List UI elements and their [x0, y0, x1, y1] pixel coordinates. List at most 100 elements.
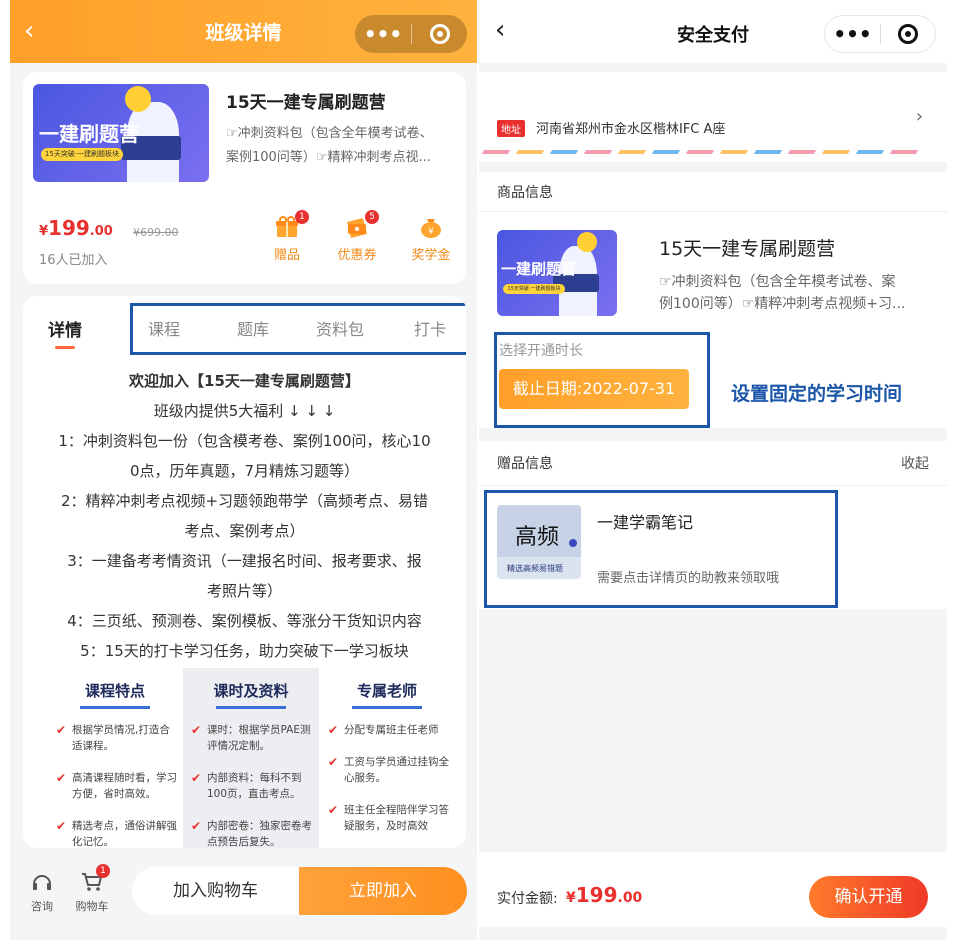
- goods-section: 商品信息 一建刷题营 15天突破·一建刷题板块 15天一建专属刷题营 ☞冲刺资料…: [479, 172, 947, 428]
- cart-badge: 1: [96, 864, 110, 878]
- check-icon: ✔: [328, 803, 339, 817]
- app-root: ‹ 班级详情 ••• 一建刷题营 15天突破·一建刷题板块 15天一建专属刷题营…: [0, 0, 959, 947]
- tab-detail[interactable]: 详情: [48, 316, 82, 341]
- feature-title: 专属老师: [356, 682, 417, 700]
- feature-item: ✔ 分配专属班主任老师: [328, 723, 439, 737]
- feature-item: ✔ 根据学员情况,打造合适课程。: [56, 723, 170, 752]
- perk-scholarship[interactable]: ¥ 奖学金: [409, 216, 453, 263]
- address-row[interactable]: 地址 河南省郑州市金水区楷林IFC A座 ›: [479, 72, 947, 162]
- pay-price: ¥199.00: [566, 883, 643, 907]
- cart-icon: 1: [72, 864, 112, 896]
- product-title: 15天一建专属刷题营: [226, 93, 386, 113]
- feature-item: ✔ 精选考点，通俗讲解强化记忆。: [56, 819, 177, 848]
- money-bag-icon: ¥: [419, 216, 443, 238]
- svg-text:¥: ¥: [428, 227, 434, 237]
- emoji-icon: [125, 86, 151, 112]
- feature-item: ✔ 工资与学员通过挂钩全心服务。: [328, 755, 449, 784]
- target-circle-icon[interactable]: [412, 24, 467, 44]
- confirm-button[interactable]: 确认开通: [809, 876, 928, 918]
- address-stripe: [479, 150, 947, 154]
- feature-item: ✔ 内部密卷：独家密卷考点预告后复失。: [191, 819, 312, 848]
- banner-subtitle: 15天突破·一建刷题板块: [41, 148, 123, 161]
- gift-image-title: 高频: [515, 525, 560, 550]
- tab-question-bank[interactable]: 题库: [237, 316, 269, 340]
- period-label: 选择开通时长: [499, 343, 583, 359]
- gift-title: 一建学霸笔记: [597, 513, 694, 532]
- banner-title: 一建刷题营: [501, 260, 577, 278]
- gift-section: 赠品信息 收起 高频 精选高频易错题 一建学霸笔记 需要点击详情页的助教来领取哦: [479, 441, 947, 609]
- consult-button[interactable]: 咨询: [22, 872, 62, 914]
- feature-underline: [216, 706, 286, 709]
- divider: [479, 485, 947, 486]
- detail-line: 欢迎加入【15天一建专属刷题营】: [129, 372, 360, 390]
- pay-label: 实付金额:: [497, 891, 558, 907]
- original-price: ¥699.00: [133, 226, 179, 239]
- chevron-right-icon: ›: [915, 106, 923, 127]
- detail-line: 0点，历年真题，7月精炼习题等）: [129, 462, 360, 480]
- tab-checkin[interactable]: 打卡: [414, 316, 446, 340]
- secure-payment-screen: ‹ 安全支付 ••• 地址 河南省郑州市金水区楷林IFC A座 › 商品信息 一…: [479, 0, 947, 940]
- product-banner-image: 一建刷题营 15天突破·一建刷题板块: [33, 84, 209, 182]
- gift-image-dot: [569, 539, 577, 547]
- feature-underline: [352, 706, 422, 709]
- feature-column-teacher: 专属老师 ✔ 分配专属班主任老师 ✔ 工资与学员通过挂钩全心服务。 ✔ 班主任全程陪伴…: [320, 668, 454, 848]
- product-desc-line1: ☞冲刺资料包（包含全年模考试卷、: [226, 126, 433, 141]
- cart-label: 购物车: [75, 900, 109, 913]
- detail-line: 2：精粹冲刺考点视频+习题领跑带学（高频考点、易错: [60, 492, 429, 510]
- mini-program-capsule: •••: [824, 15, 936, 53]
- banner-subtitle: 15天突破·一建刷题板块: [503, 284, 565, 294]
- gift-image-subtitle: 精选高频易错题: [507, 564, 563, 573]
- perk-coupon-label: 优惠券: [337, 248, 377, 263]
- address-tag: 地址: [497, 120, 525, 137]
- check-icon: ✔: [191, 819, 202, 833]
- check-icon: ✔: [56, 771, 67, 785]
- joined-count: 16人已加入: [39, 253, 108, 268]
- headset-icon: [22, 872, 62, 896]
- mini-program-capsule: •••: [355, 15, 467, 53]
- perk-gift-label: 赠品: [273, 248, 300, 263]
- check-icon: ✔: [191, 723, 202, 737]
- check-icon: ✔: [56, 819, 67, 833]
- check-icon: ✔: [56, 723, 67, 737]
- payment-bottom-bar: 实付金额: ¥199.00 确认开通: [479, 852, 947, 927]
- add-to-cart-button[interactable]: 加入购物车: [132, 867, 299, 915]
- emoji-icon: [577, 232, 597, 252]
- detail-line: 1：冲刺资料包一份（包含模考卷、案例100问，核心10: [58, 432, 431, 450]
- feature-item: ✔ 内部资料：每科不到100页，直击考点。: [191, 771, 302, 800]
- annotation-text: 设置固定的学习时间: [731, 383, 903, 405]
- detail-line: 考照片等）: [206, 582, 282, 600]
- left-bottom-bar: 咨询 1 购物车 加入购物车 立即加入: [10, 852, 477, 940]
- check-icon: ✔: [191, 771, 202, 785]
- product-price: ¥199.00: [39, 216, 113, 240]
- deadline-option-button[interactable]: 截止日期:2022-07-31: [499, 369, 689, 409]
- more-dots-icon[interactable]: •••: [355, 24, 411, 44]
- tab-materials[interactable]: 资料包: [316, 316, 364, 340]
- feature-column-materials: 课时及资料 ✔ 课时：根据学员PAE测评情况定制。 ✔ 内部资料：每科不到100页，…: [183, 668, 319, 848]
- feature-title: 课程特点: [84, 682, 145, 700]
- feature-title: 课时及资料: [213, 682, 289, 700]
- perk-gift[interactable]: 1 赠品: [265, 210, 309, 263]
- tab-active-underline: [55, 346, 75, 349]
- join-now-button[interactable]: 立即加入: [299, 867, 467, 915]
- detail-line: 班级内提供5大福利 ↓ ↓ ↓: [153, 402, 336, 420]
- feature-item: ✔ 课时：根据学员PAE测评情况定制。: [191, 723, 311, 752]
- divider: [479, 211, 947, 212]
- more-dots-icon[interactable]: •••: [825, 24, 880, 44]
- feature-item: ✔ 班主任全程陪伴学习答疑服务，及时高效: [328, 803, 449, 832]
- perk-coupon[interactable]: 5 优惠券: [335, 210, 379, 263]
- banner-title: 一建刷题营: [39, 122, 139, 146]
- collapse-link[interactable]: 收起: [901, 453, 929, 473]
- coupon-icon: 5: [345, 210, 379, 238]
- gift-desc: 需要点击详情页的助教来领取哦: [597, 571, 780, 586]
- target-circle-icon[interactable]: [881, 24, 935, 44]
- address-text: 河南省郑州市金水区楷林IFC A座: [536, 122, 726, 137]
- detail-card: 详情 课程 题库 资料包 打卡 欢迎加入【15天一建专属刷题营】 班级内提供5大…: [23, 296, 466, 848]
- cart-button[interactable]: 1 购物车: [72, 864, 112, 914]
- feature-item: ✔ 高清课程随时看，学习方便，省时高效。: [56, 771, 177, 800]
- tab-course[interactable]: 课程: [148, 316, 180, 340]
- goods-heading: 商品信息: [497, 185, 553, 201]
- gift-heading: 赠品信息: [497, 456, 553, 472]
- feature-column-course: 课程特点 ✔ 根据学员情况,打造合适课程。 ✔ 高清课程随时看，学习方便，省时高效。…: [48, 668, 182, 848]
- gift-badge: 1: [295, 210, 309, 224]
- class-detail-header: ‹ 班级详情 •••: [10, 0, 477, 63]
